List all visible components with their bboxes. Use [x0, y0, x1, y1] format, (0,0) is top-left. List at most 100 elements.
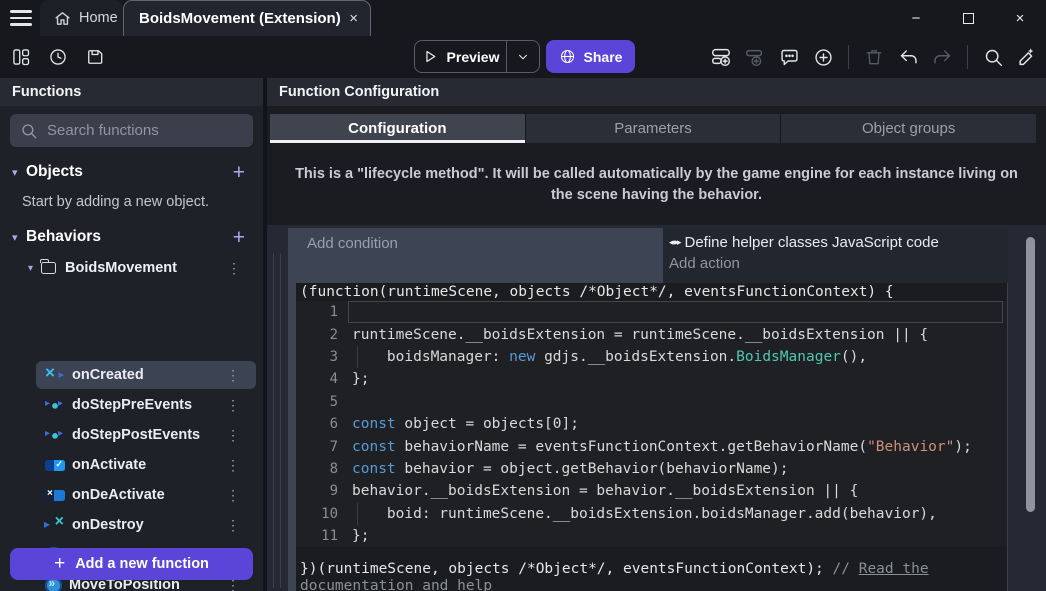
- kebab-menu-icon[interactable]: ⋮: [226, 397, 240, 414]
- kebab-menu-icon[interactable]: ⋮: [226, 367, 240, 384]
- code-line[interactable]: 7const behaviorName = eventsFunctionCont…: [296, 435, 1007, 457]
- toggle-off-icon: [45, 490, 65, 501]
- code-footer: })(runtimeScene, objects /*Object*/, eve…: [296, 561, 968, 591]
- event-drag-handle[interactable]: [288, 228, 296, 591]
- undo-icon: [898, 47, 919, 68]
- search-functions-input[interactable]: [47, 122, 243, 139]
- code-line[interactable]: 8const behavior = object.getBehavior(beh…: [296, 458, 1007, 480]
- toolbar: Preview Share: [0, 36, 1046, 78]
- code-line[interactable]: 11};: [296, 525, 1007, 547]
- code-text: behavior.__boidsExtension = behavior.__b…: [352, 483, 858, 499]
- add-comment-button[interactable]: [776, 44, 802, 70]
- behaviors-section-header[interactable]: ▾ Behaviors +: [0, 223, 263, 251]
- function-item-onDeActivate[interactable]: onDeActivate ⋮: [36, 481, 256, 509]
- chevron-down-icon: [516, 50, 530, 64]
- share-button[interactable]: Share: [546, 40, 635, 73]
- add-behavior-button[interactable]: +: [233, 227, 245, 248]
- add-action-link[interactable]: Add action: [669, 255, 1008, 272]
- titlebar: Home BoidsMovement (Extension) × − ×: [0, 0, 1046, 36]
- tab-parameters[interactable]: Parameters: [525, 114, 781, 143]
- choose-event-button[interactable]: [810, 44, 836, 70]
- action-cell: ◂●▸ Define helper classes JavaScript cod…: [663, 228, 1008, 283]
- behavior-group-row[interactable]: ▾ BoidsMovement ⋮: [0, 254, 263, 282]
- minimize-button[interactable]: −: [890, 0, 942, 36]
- indent-guide: [357, 503, 358, 525]
- trash-icon: [864, 47, 884, 67]
- open-project-manager-button[interactable]: [8, 44, 34, 70]
- code-line[interactable]: 9behavior.__boidsExtension = behavior.__…: [296, 480, 1007, 502]
- code-text: };: [352, 371, 369, 387]
- kebab-menu-icon[interactable]: ⋮: [226, 517, 240, 534]
- line-number: 11: [296, 528, 342, 544]
- redo-button[interactable]: [929, 44, 955, 70]
- tab-home[interactable]: Home: [40, 0, 123, 36]
- code-editor[interactable]: 12runtimeScene.__boidsExtension = runtim…: [296, 301, 1007, 547]
- add-subevent-button[interactable]: [742, 44, 768, 70]
- destroy-icon: [45, 516, 65, 534]
- function-item-doStepPreEvents[interactable]: doStepPreEvents⋮: [36, 391, 256, 419]
- tab-object-groups[interactable]: Object groups: [780, 114, 1036, 143]
- home-icon: [54, 10, 71, 27]
- close-button[interactable]: ×: [994, 0, 1046, 36]
- add-object-button[interactable]: +: [233, 162, 245, 183]
- maximize-button[interactable]: [942, 0, 994, 36]
- objects-section-header[interactable]: ▾ Objects +: [0, 158, 263, 186]
- line-number: 7: [296, 439, 342, 455]
- save-button[interactable]: [82, 44, 108, 70]
- preview-dropdown-button[interactable]: [506, 41, 539, 72]
- edit-settings-button[interactable]: [1014, 44, 1040, 70]
- js-code-event-title[interactable]: ◂●▸ Define helper classes JavaScript cod…: [669, 234, 1008, 251]
- code-text: boid: runtimeScene.__boidsExtension.boid…: [352, 506, 937, 522]
- line-number: 5: [296, 394, 342, 410]
- code-line[interactable]: 3 boidsManager: new gdjs.__boidsExtensio…: [296, 346, 1007, 368]
- add-event-button[interactable]: [708, 44, 734, 70]
- function-item-onCreated[interactable]: onCreated⋮: [36, 361, 256, 389]
- function-item-onDestroy[interactable]: onDestroy⋮: [36, 511, 256, 539]
- collapse-triangle-icon[interactable]: ▾: [12, 166, 26, 179]
- delete-button[interactable]: [861, 44, 887, 70]
- maximize-icon: [963, 13, 974, 24]
- line-number: 4: [296, 371, 342, 387]
- js-event-icon: ◂●▸: [669, 237, 680, 248]
- objects-section-label: Objects: [26, 163, 83, 181]
- add-function-button[interactable]: + Add a new function: [10, 548, 253, 580]
- tab-close-icon[interactable]: ×: [349, 10, 358, 27]
- kebab-menu-icon[interactable]: ⋮: [226, 487, 240, 504]
- history-button[interactable]: [45, 44, 71, 70]
- code-line[interactable]: 10 boid: runtimeScene.__boidsExtension.b…: [296, 503, 1007, 525]
- collapse-triangle-icon[interactable]: ▾: [28, 263, 41, 274]
- code-line[interactable]: 4};: [296, 368, 1007, 390]
- code-footer-comment: //: [833, 561, 859, 577]
- kebab-menu-icon[interactable]: ⋮: [227, 260, 241, 277]
- preview-button[interactable]: Preview: [414, 40, 540, 73]
- kebab-menu-icon[interactable]: ⋮: [226, 457, 240, 474]
- line-number: 10: [296, 506, 342, 522]
- line-number: 2: [296, 327, 342, 343]
- search-functions-box[interactable]: [10, 114, 253, 147]
- code-line[interactable]: 6const object = objects[0];: [296, 413, 1007, 435]
- kebab-menu-icon[interactable]: ⋮: [226, 427, 240, 444]
- search-events-button[interactable]: [980, 44, 1006, 70]
- main-menu-icon[interactable]: [10, 10, 32, 26]
- tab-extension[interactable]: BoidsMovement (Extension) ×: [123, 0, 371, 36]
- dostep-icon: [45, 396, 65, 414]
- code-text: boidsManager: new gdjs.__boidsExtension.…: [352, 349, 867, 365]
- folder-icon: [41, 262, 56, 274]
- collapse-triangle-icon[interactable]: ▾: [12, 231, 26, 244]
- function-label: onDeActivate: [72, 487, 165, 503]
- dostep-icon: [45, 426, 65, 444]
- vertical-scrollbar[interactable]: [1026, 237, 1035, 512]
- undo-button[interactable]: [895, 44, 921, 70]
- js-code-block: (function(runtimeScene, objects /*Object…: [296, 283, 1008, 591]
- add-subevent-icon: [744, 46, 766, 68]
- share-label: Share: [584, 49, 623, 65]
- tab-configuration[interactable]: Configuration: [270, 114, 525, 143]
- function-item-onActivate[interactable]: onActivate⋮: [36, 451, 256, 479]
- code-line[interactable]: 5: [296, 391, 1007, 413]
- function-configuration-panel: Function Configuration Configuration Par…: [267, 78, 1046, 591]
- globe-icon: [559, 48, 576, 65]
- function-item-doStepPostEvents[interactable]: doStepPostEvents⋮: [36, 421, 256, 449]
- code-line[interactable]: 2runtimeScene.__boidsExtension = runtime…: [296, 323, 1007, 345]
- line-number: 8: [296, 461, 342, 477]
- add-condition-cell[interactable]: Add condition: [296, 228, 663, 283]
